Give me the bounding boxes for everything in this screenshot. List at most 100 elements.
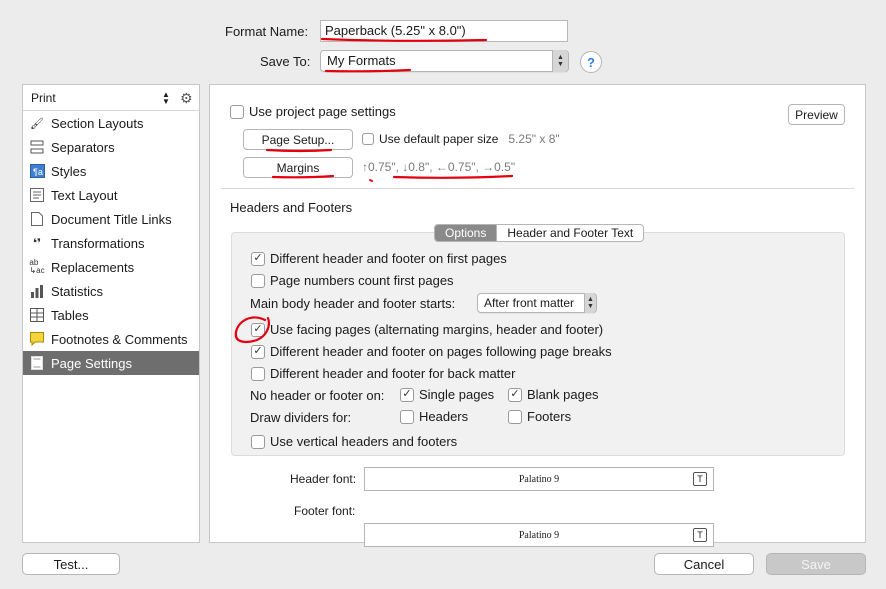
footer-font-value: Palatino 9: [518, 529, 560, 541]
checkbox-box[interactable]: [400, 409, 414, 424]
different-first-checkbox[interactable]: ✓ Different header and footer on first p…: [251, 251, 507, 266]
divider: [221, 188, 854, 189]
tab-header-footer-text[interactable]: Header and Footer Text: [496, 225, 643, 241]
brush-icon: 🖌: [30, 117, 44, 130]
sidebar-item-label: Tables: [51, 307, 89, 323]
checkbox-box[interactable]: ✓: [251, 251, 265, 266]
sidebar-item-styles[interactable]: ¶a Styles: [23, 159, 199, 183]
footnotes-icon: [29, 331, 45, 347]
preview-button[interactable]: Preview: [788, 104, 845, 125]
different-following-breaks-label: Different header and footer on pages fol…: [270, 344, 612, 359]
sidebar-item-text-layout[interactable]: Text Layout: [23, 183, 199, 207]
sidebar-item-document-title-links[interactable]: Document Title Links: [23, 207, 199, 231]
font-picker-icon[interactable]: T: [693, 472, 707, 486]
tab-options[interactable]: Options: [435, 225, 497, 241]
tables-icon: [29, 307, 45, 323]
sidebar-item-separators[interactable]: Separators: [23, 135, 199, 159]
save-button[interactable]: Save: [766, 553, 866, 575]
page-numbers-count-label: Page numbers count first pages: [270, 273, 454, 288]
styles-icon: ¶a: [29, 163, 45, 179]
save-to-popup[interactable]: My Formats ▲ ▼: [320, 50, 569, 72]
headers-divider-label: Headers: [419, 409, 469, 424]
sidebar-item-label: Replacements: [51, 259, 135, 275]
checkbox-box[interactable]: ✓: [508, 387, 522, 402]
use-default-paper-checkbox[interactable]: Use default paper size 5.25" x 8": [362, 132, 560, 146]
sidebar-item-label: Statistics: [51, 283, 104, 299]
gear-icon[interactable]: ⚙: [180, 90, 193, 107]
different-back-matter-checkbox[interactable]: Different header and footer for back mat…: [251, 366, 515, 381]
chevron-updown-icon[interactable]: ▲ ▼: [162, 91, 170, 106]
statistics-icon: [29, 283, 45, 299]
format-name-field[interactable]: Paperback (5.25" x 8.0"): [320, 20, 568, 42]
header-font-label: Header font:: [290, 472, 357, 486]
page-setup-button[interactable]: Page Setup...: [243, 129, 353, 150]
help-button[interactable]: ?: [580, 51, 602, 73]
checkbox-box[interactable]: [230, 104, 244, 119]
blank-pages-checkbox[interactable]: ✓ Blank pages: [508, 387, 599, 402]
page-numbers-count-checkbox[interactable]: Page numbers count first pages: [251, 273, 454, 288]
checkbox-box[interactable]: [251, 273, 265, 288]
no-header-label: No header or footer on:: [250, 388, 385, 403]
use-facing-pages-label: Use facing pages (alternating margins, h…: [270, 322, 604, 337]
text-layout-icon: [29, 187, 45, 203]
different-back-matter-label: Different header and footer for back mat…: [270, 366, 516, 381]
sidebar-item-section-layouts[interactable]: 🖌 Section Layouts: [23, 111, 199, 135]
sidebar-header-label: Print: [31, 90, 56, 105]
margins-button[interactable]: Margins: [243, 157, 353, 178]
sidebar-item-label: Transformations: [51, 235, 145, 251]
sidebar-item-tables[interactable]: Tables: [23, 303, 199, 327]
sidebar-item-footnotes-comments[interactable]: Footnotes & Comments: [23, 327, 199, 351]
sidebar-header[interactable]: Print ▲ ▼ ⚙: [23, 85, 199, 111]
checkbox-box[interactable]: [508, 409, 522, 424]
sidebar-list: 🖌 Section Layouts Separators ¶a Styles Tex…: [23, 111, 199, 375]
sidebar: Print ▲ ▼ ⚙ 🖌 Section Layouts Separators ¶…: [22, 84, 200, 543]
sidebar-item-page-settings[interactable]: Page Settings: [23, 351, 199, 375]
different-first-label: Different header and footer on first pag…: [270, 251, 507, 266]
single-pages-checkbox[interactable]: ✓ Single pages: [400, 387, 494, 402]
sidebar-item-transformations[interactable]: ❛❜ Transformations: [23, 231, 199, 255]
chevron-updown-icon: ▲ ▼: [584, 293, 596, 313]
font-picker-icon[interactable]: T: [693, 528, 707, 542]
footer-font-label: Footer font:: [294, 504, 356, 518]
sidebar-item-label: Section Layouts: [51, 115, 144, 131]
tab-bar: Options Header and Footer Text: [434, 224, 645, 242]
vertical-headers-checkbox[interactable]: Use vertical headers and footers: [251, 434, 457, 449]
use-default-paper-label: Use default paper size: [379, 132, 499, 146]
main-body-starts-value: After front matter: [484, 296, 575, 310]
checkbox-box[interactable]: [251, 434, 265, 449]
save-to-value: My Formats: [327, 53, 396, 68]
cancel-button[interactable]: Cancel: [654, 553, 754, 575]
use-facing-pages-checkbox[interactable]: ✓ Use facing pages (alternating margins,…: [251, 322, 603, 337]
single-pages-label: Single pages: [419, 387, 495, 402]
paper-size-value: 5.25" x 8": [508, 132, 560, 146]
format-name-label: Format Name:: [225, 24, 309, 39]
blank-pages-label: Blank pages: [527, 387, 599, 402]
page-settings-panel: Use project page settings Preview Page S…: [209, 84, 866, 547]
checkbox-box[interactable]: ✓: [400, 387, 414, 402]
use-project-settings-label: Use project page settings: [249, 104, 396, 119]
margins-value: ↑0.75", ↓0.8", ←0.75", →0.5": [362, 160, 516, 174]
headers-divider-checkbox[interactable]: Headers: [400, 409, 468, 424]
sidebar-item-statistics[interactable]: Statistics: [23, 279, 199, 303]
footers-divider-checkbox[interactable]: Footers: [508, 409, 571, 424]
document-icon: [29, 211, 45, 227]
sidebar-item-label: Separators: [51, 139, 115, 155]
main-body-starts-popup[interactable]: After front matter ▲ ▼: [477, 293, 597, 313]
sidebar-item-label: Footnotes & Comments: [51, 331, 188, 347]
transformations-icon: ❛❜: [32, 236, 42, 250]
footer-font-field[interactable]: Palatino 9 T: [364, 523, 714, 547]
header-font-value: Palatino 9: [518, 473, 560, 485]
checkbox-box[interactable]: [251, 366, 265, 381]
use-project-settings-checkbox[interactable]: Use project page settings: [230, 104, 396, 119]
chevron-updown-icon: ▲ ▼: [552, 50, 568, 72]
different-following-breaks-checkbox[interactable]: ✓ Different header and footer on pages f…: [251, 344, 612, 359]
separators-icon: [29, 139, 45, 155]
replacements-icon: ab ↳ac: [29, 258, 45, 275]
checkbox-box[interactable]: ✓: [251, 322, 265, 337]
header-font-field[interactable]: Palatino 9 T: [364, 467, 714, 491]
sidebar-item-label: Text Layout: [51, 187, 118, 203]
checkbox-box[interactable]: [362, 133, 374, 145]
test-button[interactable]: Test...: [22, 553, 120, 575]
checkbox-box[interactable]: ✓: [251, 344, 265, 359]
sidebar-item-replacements[interactable]: ab ↳ac Replacements: [23, 255, 199, 279]
